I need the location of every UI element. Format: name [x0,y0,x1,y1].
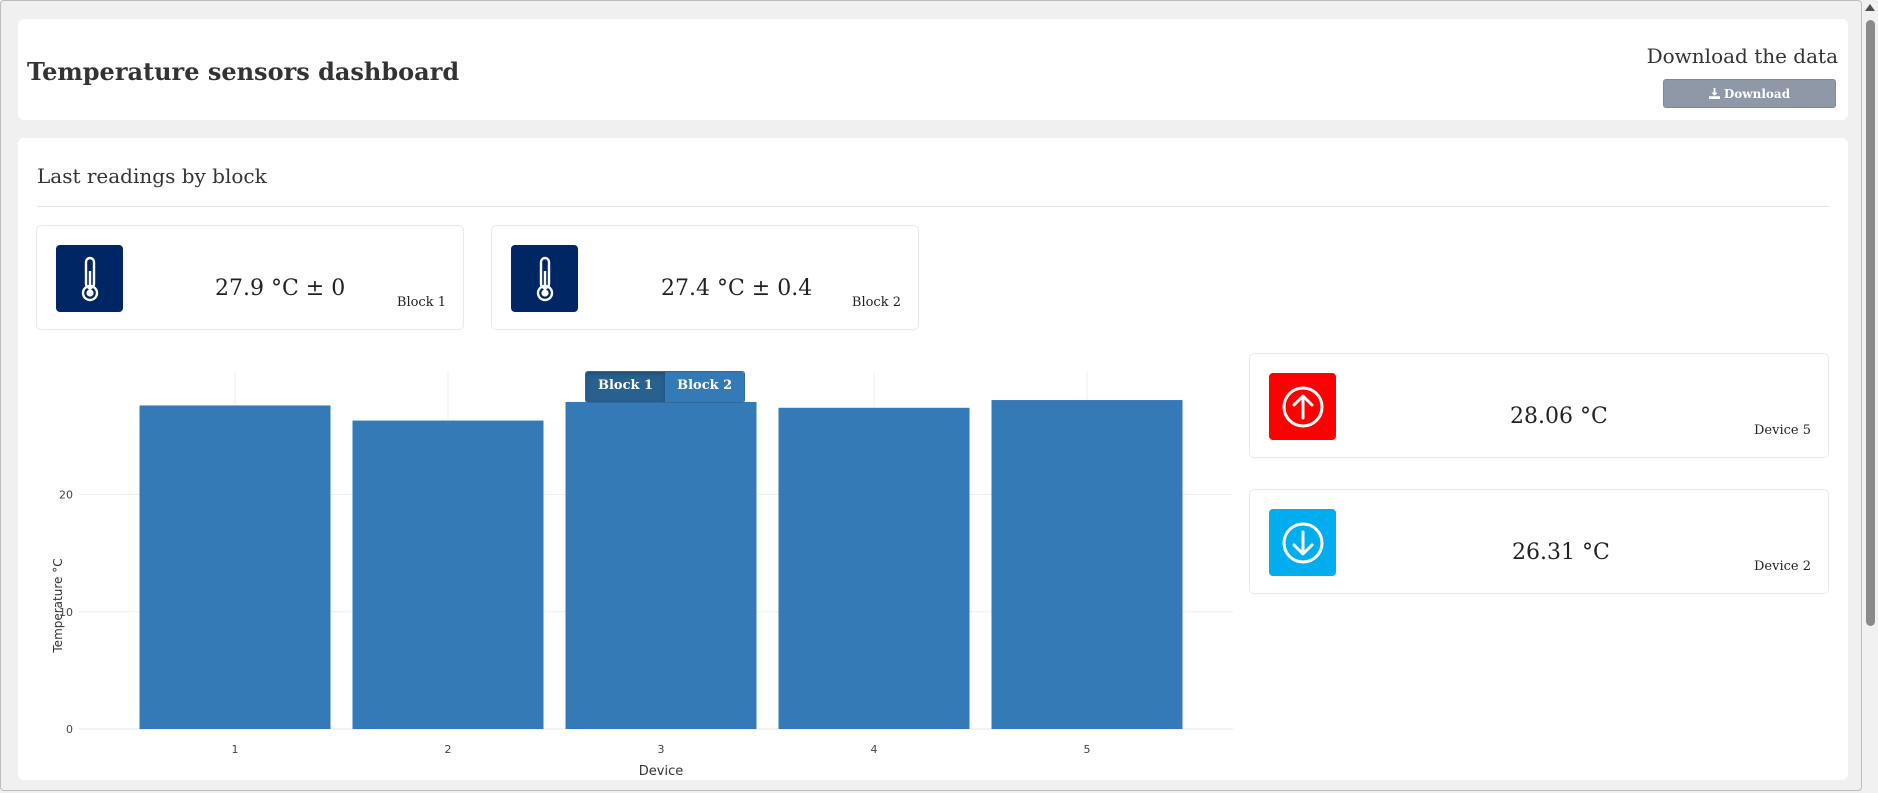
thermometer-icon [511,245,578,312]
x-tick-label: 5 [1084,743,1091,756]
highest-device-value: 28.06 °C [1510,404,1608,429]
highest-device-label: Device 5 [1754,423,1811,438]
x-tick-label: 4 [871,743,878,756]
arrow-down-circle-icon [1269,509,1336,576]
x-tick-label: 3 [658,743,665,756]
download-button-label: Download [1723,86,1791,101]
download-button[interactable]: Download [1663,79,1836,108]
scrollbar[interactable] [1862,0,1878,793]
download-title: Download the data [1646,44,1838,68]
bar-device-5 [991,400,1183,729]
block-1-infobox: 27.9 °C ± 0 Block 1 [36,225,464,330]
section-title: Last readings by block [37,164,267,188]
block-toggle: Block 1 Block 2 [585,371,746,403]
header-card: Temperature sensors dashboard Download t… [18,19,1848,120]
divider [37,206,1829,207]
y-tick-label: 0 [66,723,73,736]
bar-chart: 010201 2 3 4 5DeviceTemperature °C [51,372,1233,779]
scroll-thumb[interactable] [1866,20,1875,626]
bar-device-2 [352,420,544,729]
block-2-infobox: 27.4 °C ± 0.4 Block 2 [491,225,919,330]
x-tick-label: 1 [232,743,239,756]
highest-device-infobox: 28.06 °C Device 5 [1249,353,1829,458]
lowest-device-infobox: 26.31 °C Device 2 [1249,489,1829,594]
scroll-up-arrow-icon[interactable] [1865,4,1875,11]
lowest-device-value: 26.31 °C [1512,540,1610,565]
block-2-value: 27.4 °C ± 0.4 [661,276,813,301]
block-1-value: 27.9 °C ± 0 [215,276,346,301]
page-title: Temperature sensors dashboard [27,57,460,86]
thermometer-icon [56,245,123,312]
lowest-device-label: Device 2 [1754,559,1811,574]
bar-device-1 [139,405,331,729]
arrow-up-circle-icon [1269,373,1336,440]
bar-device-4 [778,407,970,729]
y-axis-label: Temperature °C [51,558,65,653]
x-axis-label: Device [639,764,683,778]
block-2-label: Block 2 [851,295,901,310]
chart-area: Block 1 Block 2 0 10 20 1 2 3 4 5 Device Temperat… [36,368,1236,779]
download-icon [1708,88,1720,99]
toggle-block-2[interactable]: Block 2 [665,372,745,402]
block-1-label: Block 1 [396,295,446,310]
x-tick-label: 2 [445,743,452,756]
y-tick-label: 20 [59,489,73,502]
main-card: Last readings by block 27.9 °C ± 0 Block… [18,138,1848,780]
bar-device-3 [565,401,757,729]
toggle-block-1[interactable]: Block 1 [586,372,666,402]
